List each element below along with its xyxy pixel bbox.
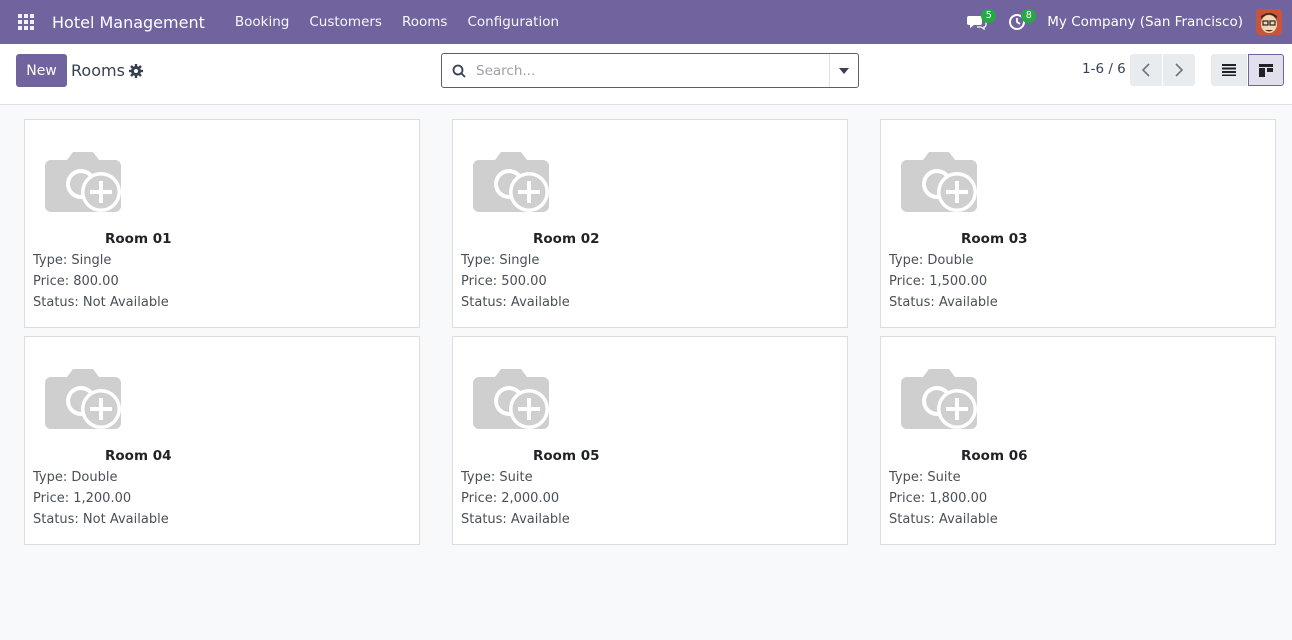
pager-value[interactable]: 1-6 / 6 [1082,61,1126,77]
menu-item-rooms[interactable]: Rooms [392,0,457,44]
room-name: Room 02 [533,231,600,247]
room-name: Room 06 [961,448,1028,464]
room-status: Status: Not Available [33,512,169,527]
room-price: Price: 1,800.00 [889,491,988,506]
camera-placeholder-icon [473,152,549,212]
room-price: Price: 1,200.00 [33,491,132,506]
room-status: Status: Available [889,512,998,527]
room-card[interactable]: Room 03 Type: Double Price: 1,500.00 Sta… [880,119,1276,328]
room-type: Type: Double [889,253,974,268]
chevron-right-icon [1175,63,1183,77]
room-status: Status: Available [889,295,998,310]
company-switcher[interactable]: My Company (San Francisco) [1047,14,1243,30]
caret-down-icon [839,67,849,74]
room-type: Type: Double [33,470,118,485]
chevron-left-icon [1142,63,1150,77]
list-icon [1222,64,1236,76]
room-name: Room 01 [105,231,172,247]
room-card[interactable]: Room 05 Type: Suite Price: 2,000.00 Stat… [452,336,848,545]
camera-placeholder-icon [45,369,121,429]
camera-placeholder-icon [901,369,977,429]
menu-item-configuration[interactable]: Configuration [457,0,569,44]
main-menu: Booking Customers Rooms Configuration [225,0,569,44]
room-status: Status: Available [461,295,570,310]
room-type: Type: Suite [461,470,533,485]
camera-placeholder-icon [473,369,549,429]
messages-button[interactable]: 5 [957,0,997,44]
room-price: Price: 800.00 [33,274,119,289]
room-card[interactable]: Room 02 Type: Single Price: 500.00 Statu… [452,119,848,328]
menu-item-customers[interactable]: Customers [299,0,392,44]
breadcrumb: Rooms [71,61,125,80]
kanban-view-button[interactable] [1248,54,1284,86]
top-navbar: Hotel Management Booking Customers Rooms… [0,0,1292,44]
kanban-icon [1259,63,1273,77]
room-card[interactable]: Room 01 Type: Single Price: 800.00 Statu… [24,119,420,328]
grid-icon [18,14,34,30]
gear-icon[interactable] [128,63,144,79]
room-name: Room 04 [105,448,172,464]
control-panel: New Rooms 1-6 / 6 [0,44,1292,105]
camera-placeholder-icon [901,152,977,212]
pager-next-button[interactable] [1163,54,1195,86]
room-status: Status: Available [461,512,570,527]
room-type: Type: Single [461,253,540,268]
menu-item-booking[interactable]: Booking [225,0,299,44]
systray: 5 8 My Company (San Francisco) [957,0,1292,44]
pager-previous-button[interactable] [1130,54,1162,86]
room-price: Price: 2,000.00 [461,491,560,506]
room-type: Type: Single [33,253,112,268]
new-button[interactable]: New [16,54,67,87]
room-name: Room 03 [961,231,1028,247]
room-card[interactable]: Room 04 Type: Double Price: 1,200.00 Sta… [24,336,420,545]
camera-placeholder-icon [45,152,121,212]
room-price: Price: 1,500.00 [889,274,988,289]
app-menu-button[interactable] [0,0,52,44]
room-price: Price: 500.00 [461,274,547,289]
room-status: Status: Not Available [33,295,169,310]
activities-badge: 8 [1021,9,1037,23]
search-icon [442,64,476,78]
user-avatar[interactable] [1256,9,1282,35]
room-card[interactable]: Room 06 Type: Suite Price: 1,800.00 Stat… [880,336,1276,545]
app-brand[interactable]: Hotel Management [52,13,205,32]
list-view-button[interactable] [1211,54,1247,86]
search-input[interactable] [476,55,829,86]
room-type: Type: Suite [889,470,961,485]
search-bar [441,53,859,88]
search-options-toggle[interactable] [829,54,858,87]
avatar-face-icon [1256,9,1282,35]
messages-badge: 5 [981,9,997,23]
room-name: Room 05 [533,448,600,464]
activities-button[interactable]: 8 [997,0,1037,44]
